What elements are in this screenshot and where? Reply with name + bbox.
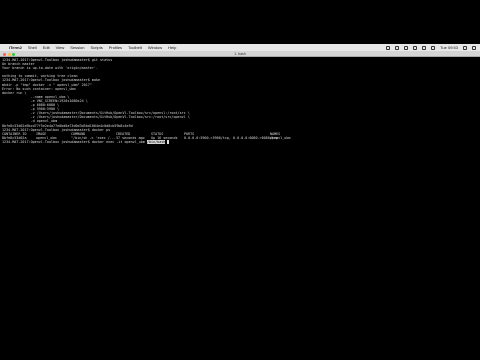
display-icon[interactable] bbox=[395, 45, 400, 50]
bluetooth-icon[interactable] bbox=[404, 45, 409, 50]
wifi-icon[interactable] bbox=[413, 45, 418, 50]
close-window-button[interactable] bbox=[3, 52, 6, 56]
menu-profiles[interactable]: Profiles bbox=[109, 45, 122, 50]
text-cursor bbox=[167, 140, 170, 144]
terminal-output[interactable]: 1234-MAT-2017:Openvl-Toolbox joshudamast… bbox=[0, 57, 480, 316]
macos-menu-bar: iTerm2 Shell Edit View Session Scripts P… bbox=[0, 44, 480, 51]
cell-ports: 0.0.0.0:5900->5900/tcp, 0.0.0.0:6080->60… bbox=[184, 135, 278, 140]
minimize-window-button[interactable] bbox=[7, 52, 11, 56]
docker-ps-row: 8bfe8c53d02a openvl_ubm "/bin/sh -c 'exe… bbox=[2, 136, 478, 140]
menu-edit[interactable]: Edit bbox=[43, 45, 50, 50]
menu-window[interactable]: Window bbox=[148, 45, 162, 50]
volume-icon[interactable] bbox=[422, 45, 427, 50]
menu-app-name[interactable]: iTerm2 bbox=[9, 45, 22, 50]
status-area: Tue 09:53 bbox=[381, 45, 480, 50]
command-prompt-line[interactable]: 1234-MAT-2017:Openvl-Toolbox joshudamast… bbox=[2, 139, 478, 144]
cell-status: Up 16 seconds bbox=[151, 135, 178, 140]
window-controls bbox=[3, 52, 17, 56]
cell-names: openvl_ubm bbox=[270, 135, 291, 140]
cell-created: 17 seconds ago bbox=[116, 135, 145, 140]
zoom-window-button[interactable] bbox=[12, 52, 15, 56]
menu-session[interactable]: Session bbox=[70, 45, 84, 50]
menu-toolbelt[interactable]: Toolbelt bbox=[128, 45, 142, 50]
prompt-text: 1234-MAT-2017:Openvl-Toolbox joshudamast… bbox=[2, 139, 145, 144]
menu-scripts[interactable]: Scripts bbox=[90, 45, 102, 50]
battery-icon[interactable] bbox=[431, 45, 436, 50]
cell-image: openvl_ubm bbox=[36, 135, 57, 140]
menu-help[interactable]: Help bbox=[168, 45, 176, 50]
selected-text[interactable]: /bin/bash bbox=[146, 139, 166, 144]
search-icon[interactable] bbox=[463, 45, 467, 50]
cell-container-id: 8bfe8c53d02a bbox=[2, 135, 27, 140]
notification-center-icon[interactable] bbox=[472, 45, 476, 50]
cell-command: "/bin/sh -c 'exec /..." bbox=[71, 135, 118, 140]
clock[interactable]: Tue 09:53 bbox=[440, 45, 458, 50]
window-title: 1. bash bbox=[234, 51, 246, 56]
menu-shell[interactable]: Shell bbox=[28, 45, 37, 50]
menu-view[interactable]: View bbox=[56, 45, 65, 50]
dropbox-icon[interactable] bbox=[386, 45, 391, 50]
